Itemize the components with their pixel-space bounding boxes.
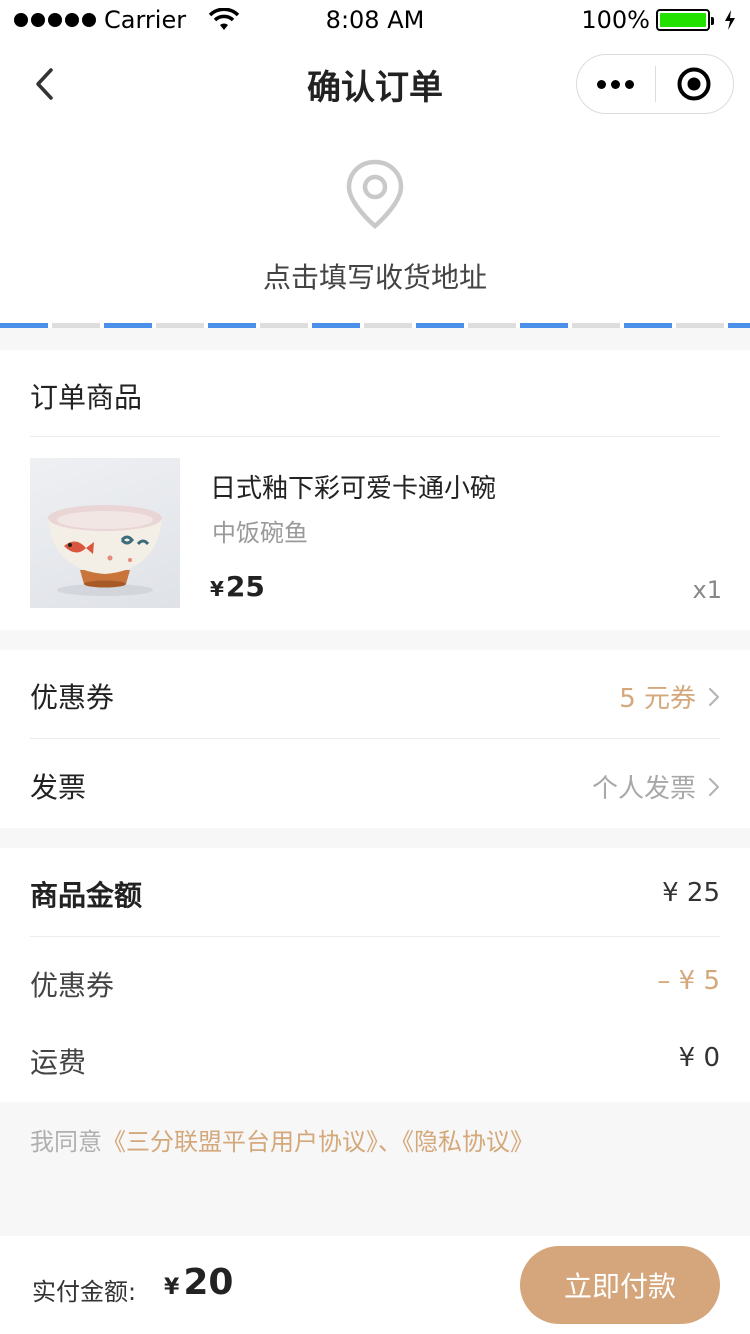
signal-strength-icon (14, 13, 96, 27)
bowl-image (48, 505, 162, 596)
product-price: ¥25 (210, 570, 265, 603)
agreement-links[interactable]: 《三分联盟平台用户协议》、《隐私协议》 (102, 1128, 534, 1156)
navigation-bar: 确认订单 (0, 40, 750, 128)
wifi-icon (208, 8, 240, 30)
more-dots-icon (597, 79, 635, 89)
coupon-row[interactable]: 优惠券 5 元券 (0, 650, 750, 738)
agreement-text: 我同意《三分联盟平台用户协议》、《隐私协议》 (30, 1122, 534, 1157)
coupon-selector[interactable]: 5 元券 (619, 678, 720, 715)
pay-now-button[interactable]: 立即付款 (520, 1246, 720, 1324)
shipping-value: ¥ 0 (678, 1043, 720, 1073)
invoice-selector[interactable]: 个人发票 (592, 768, 720, 805)
address-selector[interactable]: 点击填写收货地址 (0, 128, 750, 324)
invoice-row[interactable]: 发票 个人发票 (0, 739, 750, 828)
agreement-area: 我同意《三分联盟平台用户协议》、《隐私协议》 (0, 1102, 750, 1236)
coupon-value: 5 元券 (619, 684, 696, 714)
more-button[interactable] (577, 55, 655, 113)
coupon-discount-value: – ¥ 5 (657, 966, 720, 996)
product-spec: 中饭碗鱼 (212, 519, 308, 547)
location-pin-icon (346, 159, 404, 229)
battery-icon (656, 9, 714, 31)
section-title: 订单商品 (30, 381, 143, 414)
order-options-section: 优惠券 5 元券 发票 个人发票 (0, 650, 750, 828)
product-quantity: x1 (692, 576, 722, 604)
pay-amount-label: 实付金额: (32, 1278, 137, 1306)
price-value: 25 (225, 570, 265, 603)
mini-program-capsule (576, 54, 734, 114)
address-prompt: 点击填写收货地址 (262, 261, 487, 294)
charging-bolt-icon (725, 10, 735, 30)
page-title: 确认订单 (307, 67, 443, 108)
goods-total-value: ¥ 25 (662, 878, 720, 908)
goods-total-label: 商品金额 (30, 879, 143, 912)
divider (30, 936, 720, 937)
invoice-label: 发票 (30, 771, 87, 804)
product-image[interactable] (30, 458, 180, 608)
carrier-name: Carrier (104, 6, 187, 34)
status-bar: Carrier 8:08 AM 100% (0, 0, 750, 40)
agreement-prefix: 我同意 (30, 1128, 102, 1156)
back-button[interactable] (22, 62, 66, 106)
status-right: 100% (581, 6, 736, 34)
order-goods-section: 订单商品 日式釉下彩可爱卡通小碗 中饭碗鱼 ¥25 x1 (0, 350, 750, 630)
shipping-label: 运费 (30, 1046, 87, 1079)
battery-percent: 100% (581, 6, 650, 34)
currency-symbol: ¥ (164, 1275, 180, 1300)
coupon-discount-label: 优惠券 (30, 969, 115, 1002)
chevron-right-icon (708, 777, 720, 796)
close-mini-program-button[interactable] (656, 55, 734, 113)
pay-amount-value: 20 (183, 1262, 234, 1303)
section-gap (0, 630, 750, 650)
currency-symbol: ¥ (210, 577, 224, 601)
chevron-right-icon (708, 687, 720, 706)
status-left: Carrier (14, 6, 240, 34)
invoice-value: 个人发票 (591, 774, 696, 804)
pay-amount: ¥20 (164, 1262, 233, 1303)
coupon-label: 优惠券 (30, 681, 115, 714)
amount-summary-section: 商品金额 ¥ 25 优惠券 – ¥ 5 运费 ¥ 0 (0, 848, 750, 1102)
section-gap (0, 328, 750, 350)
target-icon (677, 67, 711, 101)
checkout-bar: 实付金额: ¥20 立即付款 (0, 1236, 750, 1334)
chevron-left-icon (36, 68, 53, 100)
product-name[interactable]: 日式釉下彩可爱卡通小碗 (210, 468, 496, 505)
section-gap (0, 828, 750, 848)
divider (30, 436, 720, 437)
